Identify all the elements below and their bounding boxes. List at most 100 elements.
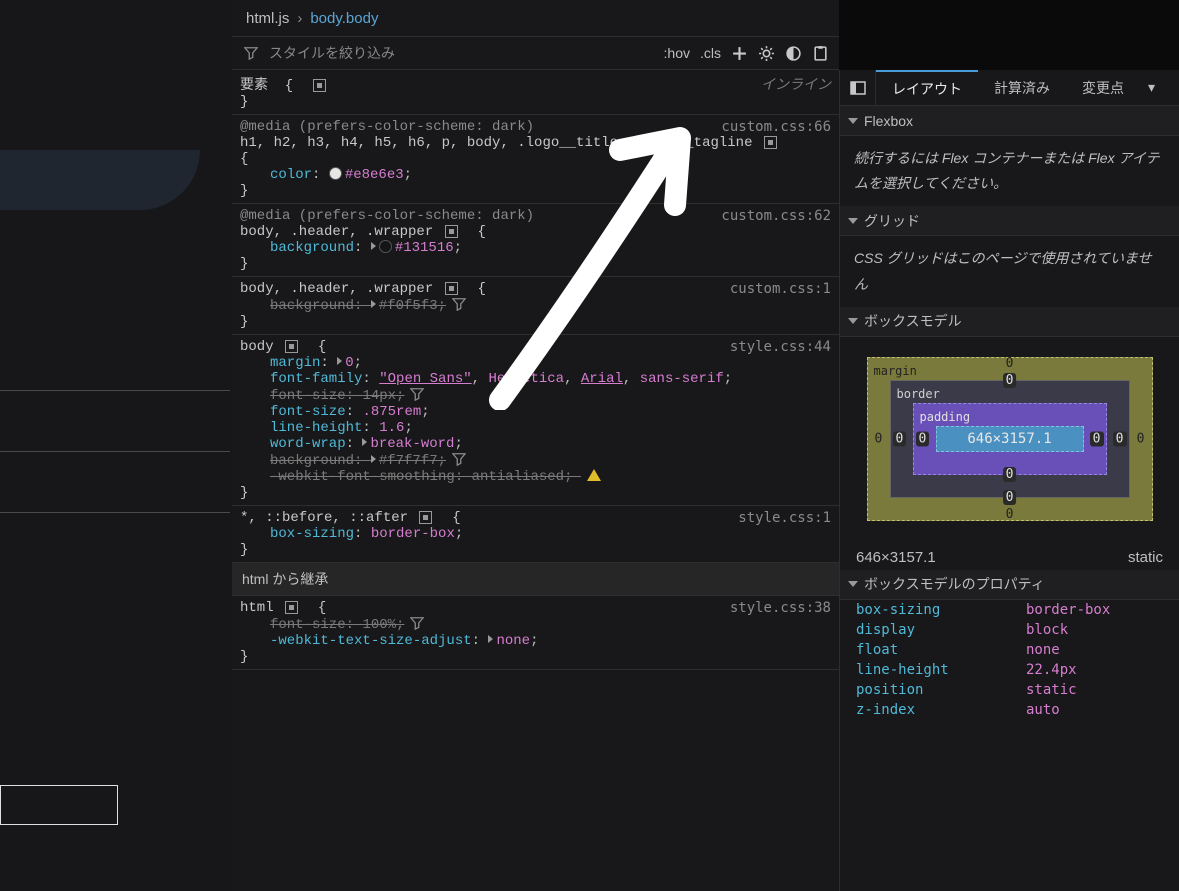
val-box-sizing[interactable]: border-box — [371, 526, 455, 542]
border-bottom[interactable]: 0 — [1003, 490, 1017, 505]
prop-background[interactable]: background — [270, 453, 354, 469]
margin-top[interactable]: 0 — [1003, 356, 1017, 371]
rule-element-inline[interactable]: インライン 要素 { } — [232, 70, 839, 115]
prop-font-size[interactable]: font-size — [270, 404, 346, 420]
prop-box-sizing[interactable]: box-sizing — [270, 526, 354, 542]
val-bg[interactable]: #f7f7f7 — [379, 453, 438, 469]
hov-toggle[interactable]: :hov — [664, 45, 690, 61]
section-box-model[interactable]: ボックスモデル — [840, 307, 1179, 337]
prop-row[interactable]: z-indexauto — [840, 700, 1179, 720]
prop-row[interactable]: line-height22.4px — [840, 660, 1179, 680]
prop-font-smoothing[interactable]: -webkit-font-smoothing — [270, 469, 455, 485]
prop-row[interactable]: floatnone — [840, 640, 1179, 660]
tab-computed[interactable]: 計算済み — [978, 70, 1066, 105]
cls-toggle[interactable]: .cls — [700, 45, 721, 61]
target-icon[interactable] — [445, 282, 458, 295]
panel-toggle-icon[interactable] — [840, 70, 876, 105]
val-font-smoothing[interactable]: antialiased — [472, 469, 564, 485]
val-background[interactable]: #f0f5f3 — [379, 298, 438, 314]
rule-reset[interactable]: style.css:1 *, ::before, ::after { box-s… — [232, 506, 839, 563]
source-link[interactable]: style.css:44 — [730, 339, 831, 355]
border-left[interactable]: 0 — [893, 431, 907, 446]
rule-media-color[interactable]: custom.css:66 @media (prefers-color-sche… — [232, 115, 839, 204]
rule-html[interactable]: style.css:38 html { font-size: 100%; -we… — [232, 596, 839, 670]
margin-right[interactable]: 0 — [1134, 431, 1148, 446]
tab-changes[interactable]: 変更点 — [1066, 70, 1140, 105]
prop-color[interactable]: color — [270, 167, 312, 183]
color-swatch[interactable] — [329, 167, 342, 180]
expand-icon[interactable] — [362, 438, 367, 446]
rule-media-bg[interactable]: custom.css:62 @media (prefers-color-sche… — [232, 204, 839, 277]
section-grid[interactable]: グリッド — [840, 206, 1179, 236]
prop-font-family[interactable]: font-family — [270, 371, 362, 387]
val-font-size[interactable]: 14px — [362, 388, 396, 404]
section-box-props[interactable]: ボックスモデルのプロパティ — [840, 570, 1179, 600]
section-flexbox[interactable]: Flexbox — [840, 106, 1179, 136]
padding-bottom[interactable]: 0 — [1003, 467, 1017, 482]
border-top[interactable]: 0 — [1003, 373, 1017, 388]
border-right[interactable]: 0 — [1113, 431, 1127, 446]
color-swatch[interactable] — [379, 240, 392, 253]
filter-icon[interactable] — [410, 616, 424, 630]
prop-font-size[interactable]: font-size — [270, 388, 346, 404]
val-font4[interactable]: sans-serif — [640, 371, 724, 387]
source-link[interactable]: style.css:38 — [730, 600, 831, 616]
source-link[interactable]: custom.css:62 — [721, 208, 831, 224]
val-font-size[interactable]: 100% — [362, 617, 396, 633]
val-word-wrap[interactable]: break-word — [370, 436, 454, 452]
warning-icon[interactable] — [587, 469, 601, 481]
target-icon[interactable] — [285, 601, 298, 614]
tab-more-icon[interactable]: ▾ — [1140, 79, 1163, 96]
target-icon[interactable] — [313, 79, 326, 92]
padding-left[interactable]: 0 — [916, 431, 930, 446]
breadcrumb-selector[interactable]: body.body — [310, 10, 378, 27]
plus-icon[interactable] — [731, 45, 748, 62]
val-line-height[interactable]: 1.6 — [379, 420, 404, 436]
source-link[interactable]: custom.css:1 — [730, 281, 831, 297]
prop-row[interactable]: box-sizingborder-box — [840, 600, 1179, 620]
expand-icon[interactable] — [371, 242, 376, 250]
sun-icon[interactable] — [758, 45, 775, 62]
filter-icon[interactable] — [452, 452, 466, 466]
source-link[interactable]: custom.css:66 — [721, 119, 831, 135]
source-link[interactable]: style.css:1 — [738, 510, 831, 526]
val-color[interactable]: #e8e6e3 — [345, 167, 404, 183]
val-background[interactable]: #131516 — [395, 240, 454, 256]
target-icon[interactable] — [419, 511, 432, 524]
margin-bottom[interactable]: 0 — [1003, 507, 1017, 522]
filter-icon[interactable] — [452, 297, 466, 311]
prop-line-height[interactable]: line-height — [270, 420, 362, 436]
target-icon[interactable] — [285, 340, 298, 353]
val-margin[interactable]: 0 — [345, 355, 353, 371]
target-icon[interactable] — [445, 225, 458, 238]
box-model-diagram[interactable]: margin 0 0 0 0 border 0 0 0 0 padding 0 … — [840, 337, 1179, 541]
prop-background[interactable]: background — [270, 298, 354, 314]
tab-layout[interactable]: レイアウト — [876, 70, 978, 105]
moon-icon[interactable] — [785, 45, 802, 62]
prop-row[interactable]: positionstatic — [840, 680, 1179, 700]
prop-background[interactable]: background — [270, 240, 354, 256]
prop-word-wrap[interactable]: word-wrap — [270, 436, 346, 452]
expand-icon[interactable] — [488, 635, 493, 643]
val-tsa[interactable]: none — [496, 633, 530, 649]
val-font3[interactable]: Arial — [581, 371, 623, 387]
margin-left[interactable]: 0 — [872, 431, 886, 446]
filter-icon[interactable] — [410, 387, 424, 401]
prop-margin[interactable]: margin — [270, 355, 320, 371]
target-icon[interactable] — [764, 136, 777, 149]
prop-text-size-adjust[interactable]: -webkit-text-size-adjust — [270, 633, 472, 649]
expand-icon[interactable] — [337, 357, 342, 365]
breadcrumb-file[interactable]: html.js — [246, 10, 289, 27]
rule-wrapper-overridden[interactable]: custom.css:1 body, .header, .wrapper { b… — [232, 277, 839, 335]
val-font1[interactable]: "Open Sans" — [379, 371, 471, 387]
clipboard-icon[interactable] — [812, 45, 829, 62]
val-font2[interactable]: Helvetica — [488, 371, 564, 387]
padding-right[interactable]: 0 — [1090, 431, 1104, 446]
breadcrumb[interactable]: html.js › body.body — [232, 0, 839, 36]
prop-font-size[interactable]: font-size — [270, 617, 346, 633]
box-content[interactable]: 646×3157.1 — [936, 426, 1084, 452]
val-font-size[interactable]: .875rem — [362, 404, 421, 420]
prop-row[interactable]: displayblock — [840, 620, 1179, 640]
filter-input[interactable]: スタイルを絞り込み — [269, 43, 395, 63]
rule-body[interactable]: style.css:44 body { margin: 0; font-fami… — [232, 335, 839, 506]
